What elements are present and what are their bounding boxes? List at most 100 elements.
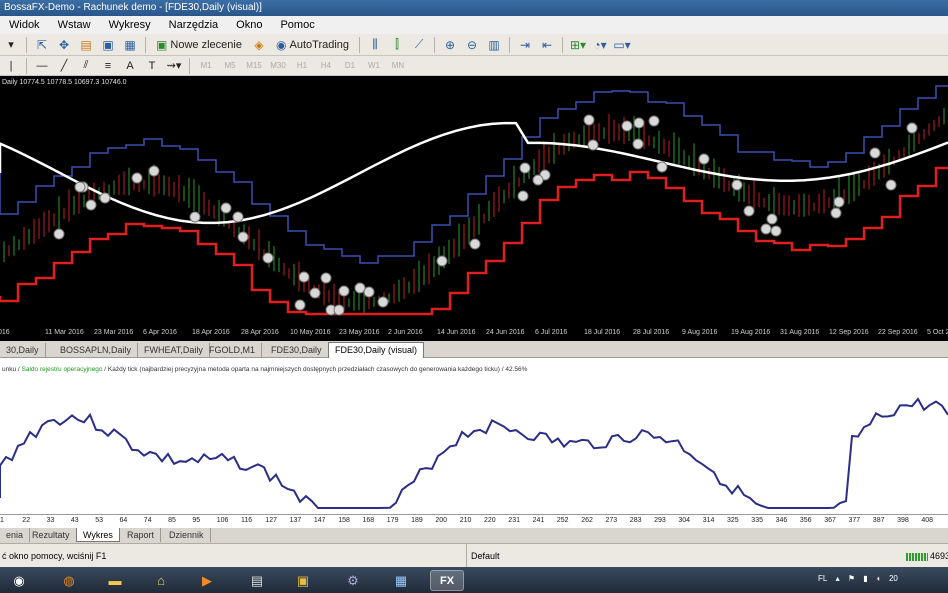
chart-tab-fwheat-daily[interactable]: FWHEAT,Daily <box>138 343 210 357</box>
timeframe-d1-button[interactable]: D1 <box>340 57 360 75</box>
remote-desktop-icon[interactable]: ▦ <box>384 570 418 591</box>
clock[interactable]: 20 <box>889 574 898 583</box>
trading-terminal-icon[interactable]: FX <box>430 570 464 591</box>
timeframe-h4-button[interactable]: H4 <box>316 57 336 75</box>
auto-scroll-icon[interactable]: ⇥ <box>516 36 534 54</box>
time-axis-label: 28 Jul 2016 <box>633 329 670 336</box>
media-player-icon[interactable]: ▶ <box>190 570 224 591</box>
vertical-line-icon[interactable]: | <box>2 57 20 75</box>
moving-average-line <box>0 121 948 225</box>
trade-marker <box>338 285 350 297</box>
bar-chart-icon[interactable]: ⫼ <box>366 36 384 54</box>
horizontal-line-icon[interactable]: — <box>33 57 51 75</box>
timeframe-m15-button[interactable]: M15 <box>244 57 264 75</box>
menu-window[interactable]: Okno <box>227 19 271 31</box>
chart-ohlc-info: Daily 10774.5 10778.5 10697.3 10746.0 <box>2 79 127 86</box>
timeframe-w1-button[interactable]: W1 <box>364 57 384 75</box>
window-title: BossaFX-Demo - Rachunek demo - [FDE30,Da… <box>4 2 262 13</box>
trade-marker <box>632 138 644 150</box>
menu-tools[interactable]: Narzędzia <box>160 19 228 31</box>
status-connection: 4693 <box>906 551 948 561</box>
tile-windows-icon[interactable]: ▥ <box>485 36 503 54</box>
periods-icon[interactable]: ◔▾ <box>591 36 609 54</box>
menu-charts[interactable]: Wykresy <box>100 19 160 31</box>
menu-view[interactable]: Widok <box>0 19 49 31</box>
folder-app-icon[interactable]: ▣ <box>286 570 320 591</box>
language-indicator[interactable]: FL <box>818 574 827 583</box>
crosshair-icon[interactable]: ✥ <box>55 36 73 54</box>
cursor-icon[interactable]: ⇱ <box>33 36 51 54</box>
label-icon[interactable]: T <box>143 57 161 75</box>
fibonacci-icon[interactable]: ≡ <box>99 57 117 75</box>
folder-icon[interactable]: ▤ <box>77 36 95 54</box>
equity-axis-label: 85 <box>168 517 176 524</box>
chart-shift-icon[interactable]: ⇤ <box>538 36 556 54</box>
chart-tab-30-daily[interactable]: 30,Daily <box>0 343 46 357</box>
trade-marker <box>294 299 306 311</box>
equity-axis-label: 252 <box>556 517 569 524</box>
trade-marker <box>731 179 743 191</box>
volume-icon[interactable]: ◖ <box>876 574 881 583</box>
line-chart-icon[interactable]: ⟋ <box>410 36 428 54</box>
dropdown-arrow-icon[interactable]: ▾ <box>2 36 20 54</box>
tester-tab-results[interactable]: Rezultaty <box>26 528 77 542</box>
timeframe-h1-button[interactable]: H1 <box>292 57 312 75</box>
drawing-toolbar: | — ╱ ⫽ ≡ A T ⇝▾ M1 M5 M15 M30 H1 H4 D1 … <box>0 56 948 76</box>
start-button-icon[interactable]: ◉ <box>2 570 36 591</box>
firefox-icon[interactable]: ◍ <box>52 570 86 591</box>
chart-tab-fde30-daily[interactable]: FDE30,Daily <box>265 343 329 357</box>
trendline-icon[interactable]: ╱ <box>55 57 73 75</box>
equity-axis-label: 356 <box>799 517 812 524</box>
trade-marker <box>309 287 321 299</box>
text-icon[interactable]: A <box>121 57 139 75</box>
window-icon[interactable]: ▣ <box>99 36 117 54</box>
autotrading-icon: ◉ <box>275 37 287 52</box>
channel-icon[interactable]: ⫽ <box>77 57 95 75</box>
time-axis-label: 11 Mar 2016 <box>45 329 84 336</box>
time-axis-label: 23 Mar 2016 <box>94 329 134 336</box>
indicators-icon[interactable]: ⊞▾ <box>569 36 587 54</box>
tester-tab-report[interactable]: Raport <box>121 528 162 542</box>
tester-tab-journal[interactable]: Dziennik <box>163 528 211 542</box>
trade-marker <box>298 271 310 283</box>
system-tray: FL ▴ ⚑ ▮ ◖ 20 <box>818 574 904 583</box>
timeframe-m5-button[interactable]: M5 <box>220 57 240 75</box>
zoom-out-icon[interactable]: ⊖ <box>463 36 481 54</box>
tester-tab-graph[interactable]: Wykres <box>76 528 120 542</box>
menu-bar: Widok Wstaw Wykresy Narzędzia Okno Pomoc <box>0 16 948 34</box>
equity-axis-label: 398 <box>897 517 909 524</box>
price-chart[interactable]: Daily 10774.5 10778.5 10697.3 10746.0 <box>0 76 948 341</box>
templates-icon[interactable]: ▭▾ <box>613 36 631 54</box>
menu-help[interactable]: Pomoc <box>271 19 323 31</box>
timeframe-m30-button[interactable]: M30 <box>268 57 288 75</box>
lock-icon[interactable]: ⌂ <box>144 570 178 591</box>
trade-marker <box>519 162 531 174</box>
flag-icon[interactable]: ⚑ <box>848 574 855 583</box>
network-icon[interactable]: ▮ <box>863 574 867 583</box>
trade-marker <box>189 211 201 223</box>
timeframe-m1-button[interactable]: M1 <box>196 57 216 75</box>
candlestick-icon[interactable]: ⫿ <box>388 36 406 54</box>
equity-graph-canvas <box>0 397 948 509</box>
equity-axis-label: 158 <box>338 517 350 524</box>
equity-axis-label: 127 <box>265 517 277 524</box>
expert-icon[interactable]: ◈ <box>250 36 268 54</box>
zoom-in-icon[interactable]: ⊕ <box>441 36 459 54</box>
time-axis-label: 19 Aug 2016 <box>731 329 771 336</box>
price-chart-canvas <box>0 85 948 316</box>
timeframe-mn-button[interactable]: MN <box>388 57 408 75</box>
chart-tab-bossapln-daily[interactable]: BOSSAPLN,Daily <box>54 343 139 357</box>
market-watch-icon[interactable]: ▦ <box>121 36 139 54</box>
file-explorer-icon[interactable]: ▬ <box>98 570 132 591</box>
settings-app-icon[interactable]: ⚙ <box>336 570 370 591</box>
new-order-button[interactable]: ▣ Nowe zlecenie <box>152 36 246 54</box>
menu-insert[interactable]: Wstaw <box>49 19 100 31</box>
tray-arrow-icon[interactable]: ▴ <box>836 574 840 583</box>
autotrading-button[interactable]: ◉ AutoTrading <box>272 36 353 54</box>
arrows-icon[interactable]: ⇝▾ <box>165 57 183 75</box>
chart-tab-fde30-daily-visual[interactable]: FDE30,Daily (visual) <box>328 342 425 358</box>
document-icon[interactable]: ▤ <box>240 570 274 591</box>
chart-tab-fgold-m1[interactable]: FGOLD,M1 <box>203 343 263 357</box>
equity-axis-label: 210 <box>459 517 472 524</box>
trade-marker <box>99 192 111 204</box>
